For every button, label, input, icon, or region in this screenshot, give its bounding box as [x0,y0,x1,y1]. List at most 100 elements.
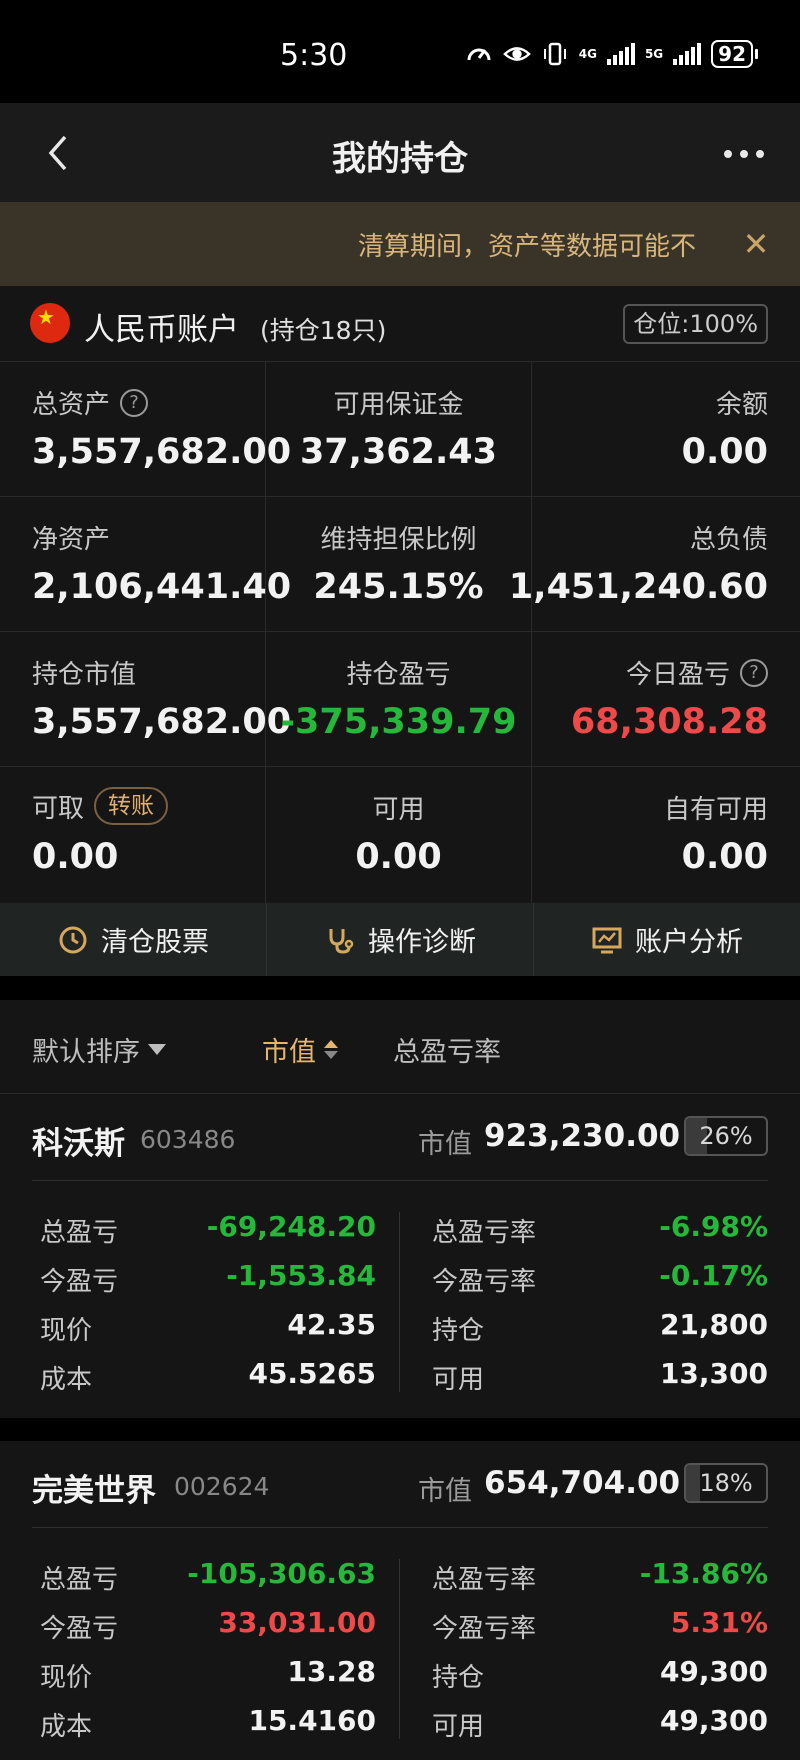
total-pnl-label: 总盈亏 [40,1218,119,1248]
china-flag-icon: ★ [30,303,70,343]
stock-card-header: 科沃斯 603486 市值 923,230.00 26% [32,1094,768,1181]
close-icon[interactable]: ✕ [738,226,774,262]
sort-default-label: 默认排序 [32,1037,140,1068]
price-label: 现价 [40,1316,93,1346]
chart-monitor-icon [591,924,623,956]
today-pnl-value: 33,031.00 [218,1606,376,1639]
cost-label: 成本 [40,1365,93,1395]
position-ratio-badge: 26% [684,1116,768,1156]
own-available-label: 自有可用 [663,795,768,825]
net-assets-label: 净资产 [32,525,111,555]
position-ratio: 18% [699,1469,753,1497]
eye-icon [502,40,531,68]
stethoscope-icon [324,924,356,956]
total-pnl-rate-label: 总盈亏率 [432,1565,537,1595]
battery-level: 92 [711,40,753,68]
sort-arrows-icon [324,1040,338,1059]
price-value: 42.35 [287,1308,376,1341]
today-pnl-cell: 今日盈亏? 68,308.28 [532,632,800,767]
battery-icon: 92 [711,40,758,68]
position-value-label: 持仓市值 [32,660,137,690]
market-value-label: 市值 [418,1476,472,1507]
total-assets-value: 3,557,682.00 [32,432,292,472]
available-qty-label: 可用 [432,1365,485,1395]
withdrawable-label: 可取 [32,793,85,824]
account-analysis-label: 账户分析 [635,927,743,958]
sort-pnl-rate-button[interactable]: 总盈亏率 [393,1030,501,1069]
stock-card[interactable]: 完美世界 002624 市值 654,704.00 18% 总盈亏 -105,3… [0,1441,800,1760]
available-qty-value: 13,300 [659,1357,768,1390]
help-icon[interactable]: ? [120,388,149,417]
sort-default-button[interactable]: 默认排序 [32,1030,166,1069]
stock-name: 科沃斯 [32,1126,125,1162]
market-value: 923,230.00 [484,1118,681,1154]
holdings-count: (持仓18只) [260,316,387,345]
net-assets-value: 2,106,441.40 [32,567,292,607]
help-icon[interactable]: ? [740,658,768,687]
divider [399,1212,400,1392]
more-options-button[interactable] [714,129,774,179]
today-pnl-rate-value: -0.17% [659,1259,768,1292]
total-assets-cell: 总资产? 3,557,682.00 [0,362,291,497]
sort-market-value-label: 市值 [262,1037,316,1068]
network-5g-label: 5G [644,47,664,61]
account-name: 人民币账户 [84,312,239,348]
total-pnl-value: -105,306.63 [187,1557,376,1590]
today-pnl-label: 今日盈亏 [625,660,730,690]
clear-stocks-button[interactable]: 清仓股票 [0,903,267,976]
account-analysis-button[interactable]: 账户分析 [534,903,800,976]
total-liabilities-value: 1,451,240.60 [508,567,768,607]
balance-cell: 余额 0.00 [532,362,800,497]
clear-stocks-label: 清仓股票 [101,927,209,958]
position-value-value: 3,557,682.00 [32,702,292,742]
sort-pnl-rate-label: 总盈亏率 [393,1037,501,1068]
own-available-cell: 自有可用 0.00 [532,767,800,903]
today-pnl-label: 今盈亏 [40,1614,119,1644]
available-margin-label: 可用保证金 [333,390,464,420]
divider [399,1559,400,1739]
price-value: 13.28 [287,1655,376,1688]
sort-market-value-button[interactable]: 市值 [262,1030,338,1069]
today-pnl-value: 68,308.28 [570,702,768,742]
today-pnl-rate-value: 5.31% [670,1606,768,1639]
signal-icon [673,43,702,65]
available-value: 0.00 [355,837,442,877]
available-cell: 可用 0.00 [266,767,532,903]
holding-label: 持仓 [432,1316,485,1346]
cost-label: 成本 [40,1712,93,1742]
today-pnl-label: 今盈亏 [40,1267,119,1297]
withdrawable-cell: 可取 转账 0.00 [0,767,266,903]
position-value-cell: 持仓市值 3,557,682.00 [0,632,291,767]
today-pnl-rate-label: 今盈亏率 [432,1267,537,1297]
status-time: 5:30 [280,38,348,73]
available-label: 可用 [372,795,425,825]
total-pnl-label: 总盈亏 [40,1565,119,1595]
status-bar: 5:30 4G 5G 92 [0,0,800,103]
total-pnl-rate-value: -6.98% [659,1210,768,1243]
total-assets-label: 总资产 [32,390,111,420]
cost-value: 15.4160 [248,1704,376,1737]
market-value: 654,704.00 [484,1465,681,1501]
account-row: ★ 人民币账户 (持仓18只) 仓位:100% [0,286,800,362]
today-pnl-value: -1,553.84 [226,1259,376,1292]
stock-name: 完美世界 [32,1473,156,1509]
stock-code: 603486 [140,1125,236,1154]
speedometer-icon [465,40,493,68]
balance-value: 0.00 [681,432,768,472]
notice-banner: 清算期间，资产等数据可能不 ✕ [0,202,800,286]
more-dots-icon [724,150,732,158]
total-pnl-value: -69,248.20 [206,1210,376,1243]
withdrawable-value: 0.00 [32,837,119,877]
signal-icon [606,43,635,65]
available-margin-value: 37,362.43 [299,432,498,472]
triangle-down-icon [148,1044,166,1055]
position-pnl-value: -375,339.79 [280,702,517,742]
transfer-button[interactable]: 转账 [94,787,169,825]
stock-card[interactable]: 科沃斯 603486 市值 923,230.00 26% 总盈亏 -69,248… [0,1094,800,1418]
stock-code: 002624 [174,1472,270,1501]
sort-bar: 默认排序 市值 总盈亏率 [0,1000,800,1094]
price-label: 现价 [40,1663,93,1693]
available-qty-value: 49,300 [659,1704,768,1737]
metrics-grid: 总资产? 3,557,682.00 可用保证金 37,362.43 余额 0.0… [0,362,800,903]
diagnose-button[interactable]: 操作诊断 [267,903,534,976]
